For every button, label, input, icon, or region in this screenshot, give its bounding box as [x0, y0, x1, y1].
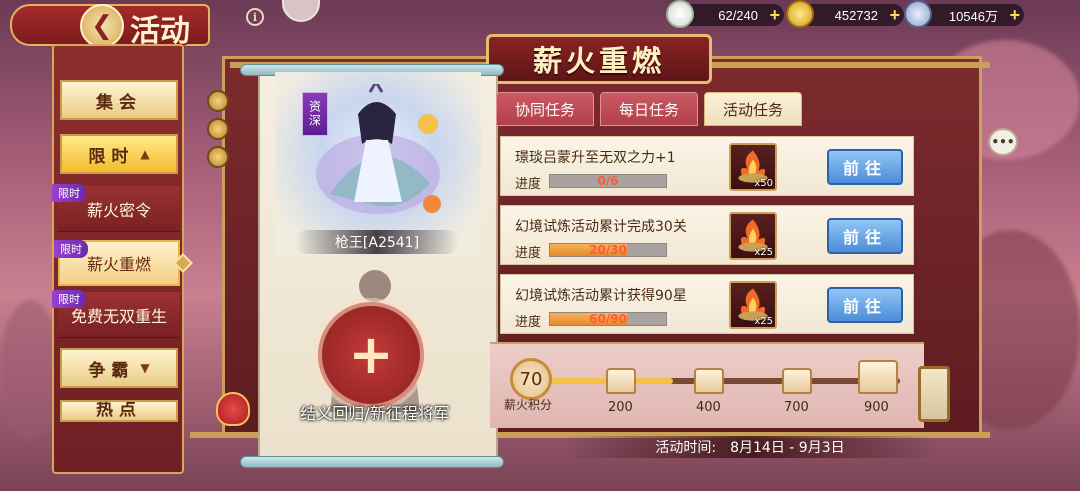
event-time-label: 活动时间: — [655, 440, 717, 456]
nav-item-gathering[interactable]: 集会 — [60, 80, 178, 120]
progress-bar: 60/90 — [549, 312, 667, 326]
add-stamina-button[interactable]: + — [769, 6, 780, 24]
limited-tag: 限时 — [54, 240, 88, 258]
go-button[interactable]: 前往 — [827, 287, 903, 323]
progress-bar: 0/6 — [549, 174, 667, 188]
chevron-down-icon: ▼ — [140, 361, 150, 375]
reward-count: x25 — [754, 247, 773, 258]
left-nav: 集会 限时 ▲ 限时 薪火密令 限时 薪火重燃 限时 免费无双重生 争霸 ▼ 热… — [52, 44, 193, 474]
currency-value: 452732 — [834, 7, 878, 23]
sub-item-label: 免费无双重生 — [70, 306, 167, 326]
progress-label: 进度 — [515, 315, 542, 330]
nav-sub-item-rekindle[interactable]: 限时 薪火重燃 — [54, 240, 193, 286]
recruit-add-button[interactable]: + — [318, 302, 424, 408]
panel-title: 薪火重燃 — [532, 44, 665, 78]
nav-item-limited[interactable]: 限时 ▲ — [60, 134, 178, 174]
reward-chest-900[interactable] — [858, 360, 898, 394]
hero-portrait-icon — [316, 84, 441, 214]
points-track — [550, 378, 900, 384]
back-button[interactable]: ❮ — [80, 4, 124, 48]
nav-label: 限时 — [88, 146, 135, 167]
lucky-bag-icon[interactable] — [216, 392, 250, 426]
coin-chain-decoration — [203, 90, 233, 190]
silver-coin-icon — [904, 0, 932, 28]
add-silver-button[interactable]: + — [1009, 6, 1020, 24]
progress-label: 进度 — [515, 246, 542, 261]
nav-item-contest[interactable]: 争霸 ▼ — [60, 348, 178, 388]
nav-label: 热点 — [96, 400, 142, 420]
selected-pointer-icon — [173, 253, 193, 273]
task-row: 幻境试炼活动累计完成30关 进度 20/30 x25 前往 — [500, 205, 914, 265]
add-gold-button[interactable]: + — [889, 6, 900, 24]
background-blossom — [0, 300, 60, 440]
nav-label: 集会 — [96, 92, 142, 113]
gold-ingot-icon — [786, 0, 814, 28]
tab-daily-tasks[interactable]: 每日任务 — [600, 92, 698, 126]
progress-text: 20/30 — [589, 243, 627, 257]
currency-value: 62/240 — [718, 7, 758, 23]
progress-text: 60/90 — [589, 312, 627, 326]
currency-silver: 10546万 + — [904, 0, 1024, 28]
progress-label: 进度 — [515, 177, 542, 192]
reward-count: x25 — [754, 316, 773, 327]
dumpling-icon — [666, 0, 694, 28]
milestone-label: 900 — [864, 400, 889, 415]
currency-value: 10546万 — [948, 8, 998, 24]
points-value: 70 — [510, 358, 552, 400]
currency-gold: 452732 + — [786, 0, 904, 28]
points-progress-area: 70 薪火积分 200 400 700 900 — [490, 342, 924, 428]
progress-bar: 20/30 — [549, 243, 667, 257]
medal-icon[interactable] — [282, 0, 320, 22]
nav-sub-item-secret-order[interactable]: 限时 薪火密令 — [52, 184, 180, 232]
plus-icon: + — [348, 323, 394, 386]
reward-item[interactable]: x50 — [729, 143, 777, 191]
lantern-decoration — [918, 366, 950, 422]
tab-event-tasks[interactable]: 活动任务 — [704, 92, 802, 126]
go-button[interactable]: 前往 — [827, 149, 903, 185]
hero-rank-tag: 资深 — [302, 92, 328, 136]
reward-chest-400[interactable] — [694, 368, 724, 394]
sub-item-label: 薪火密令 — [86, 200, 151, 220]
points-label: 薪火积分 — [504, 398, 553, 412]
reward-chest-700[interactable] — [782, 368, 812, 394]
chat-bubble-icon[interactable]: ••• — [988, 128, 1018, 156]
chevron-up-icon: ▲ — [140, 147, 150, 161]
progress-text: 0/6 — [597, 174, 619, 188]
sub-item-label: 薪火重燃 — [86, 255, 151, 274]
title-bar: ❮ 活动 — [0, 0, 230, 50]
event-time-range: 8月14日 - 9月3日 — [730, 440, 845, 456]
reward-chest-200[interactable] — [606, 368, 636, 394]
task-title: 幻境试炼活动累计获得90星 — [515, 288, 687, 304]
milestone-label: 700 — [784, 400, 809, 415]
nav-sub-item-free-rebirth[interactable]: 限时 免费无双重生 — [52, 290, 180, 338]
back-arrow-icon: ❮ — [91, 11, 113, 41]
event-time: 活动时间: 8月14日 - 9月3日 — [560, 436, 940, 458]
task-row: 璟琰吕蒙升至无双之力+1 进度 0/6 x50 前往 — [500, 136, 914, 196]
limited-tag: 限时 — [52, 290, 86, 308]
recruit-label: 结义回归/新征程将军 — [300, 404, 450, 423]
go-button[interactable]: 前往 — [827, 218, 903, 254]
nav-label: 争霸 — [88, 360, 135, 381]
currency-stamina: 62/240 + — [666, 0, 784, 28]
limited-tag: 限时 — [52, 184, 86, 202]
reward-item[interactable]: x25 — [729, 281, 777, 329]
reward-count: x50 — [754, 178, 773, 189]
milestone-label: 400 — [696, 400, 721, 415]
panel-title-banner: 薪火重燃 — [486, 34, 712, 84]
task-title: 幻境试炼活动累计完成30关 — [515, 219, 687, 235]
tab-coop-tasks[interactable]: 协同任务 — [496, 92, 594, 126]
reward-item[interactable]: x25 — [729, 212, 777, 260]
task-row: 幻境试炼活动累计获得90星 进度 60/90 x25 前往 — [500, 274, 914, 334]
nav-item-hotspot[interactable]: 热点 — [60, 400, 178, 422]
task-title: 璟琰吕蒙升至无双之力+1 — [515, 150, 676, 166]
scroll-rod — [240, 456, 504, 468]
milestone-label: 200 — [608, 400, 633, 415]
info-icon[interactable]: i — [246, 8, 264, 26]
hero-name: 枪王[A2541] — [295, 230, 459, 254]
